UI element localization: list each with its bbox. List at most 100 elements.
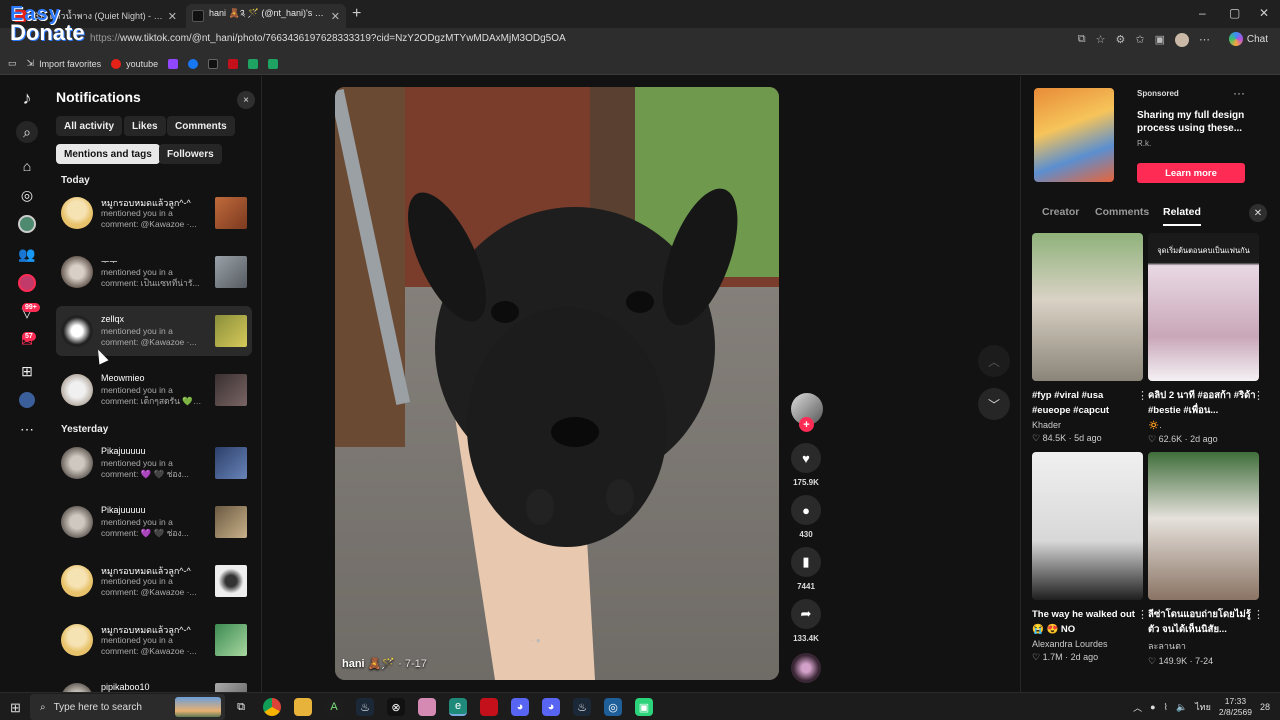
tab-related[interactable]: Related: [1163, 206, 1201, 218]
notification-item[interactable]: ᅮᅮ mentioned you in a comment: เป็นแซทที่…: [56, 247, 252, 297]
filter-all-activity[interactable]: All activity: [56, 116, 123, 136]
open-in-app-icon[interactable]: ⧉: [1078, 33, 1086, 47]
notification-item[interactable]: หมูกรอบหมดแล้วลูก^-^ mentioned you in ac…: [56, 556, 252, 606]
copilot-chat-button[interactable]: Chat: [1228, 32, 1268, 46]
ad-thumbnail[interactable]: [1034, 88, 1114, 182]
more-menu-icon[interactable]: ⋯: [1199, 33, 1210, 47]
close-panel-button[interactable]: ✕: [1249, 204, 1267, 222]
next-post-button[interactable]: ﹀: [978, 388, 1010, 420]
search-icon[interactable]: ⌕: [16, 121, 38, 143]
following-avatar-icon[interactable]: [16, 213, 38, 235]
related-video-card[interactable]: ลีซ่าโดนแอบถ่ายโดยไม่รู้ตัว จนได้เห็นนิส…: [1148, 452, 1264, 667]
photo-post-viewer[interactable]: · ● hani 🧸🪄 · 7-17: [335, 87, 779, 680]
notification-item[interactable]: หมูกรอบหมดแล้วลูก^-^ mentioned you in ac…: [56, 188, 252, 238]
post-thumbnail[interactable]: [215, 447, 247, 479]
language-indicator[interactable]: ไทย: [1195, 700, 1211, 714]
post-thumbnail[interactable]: [215, 197, 247, 229]
video-author[interactable]: Khader: [1032, 420, 1144, 430]
previous-post-button[interactable]: ︿: [978, 345, 1010, 377]
related-video-card[interactable]: #fyp #viral #usa #eueope #capcut Khader …: [1032, 233, 1148, 444]
related-video-card[interactable]: จุดเริ่มต้นตอนคบเป็นแฟนกัน คลิป 2 นาที #…: [1148, 233, 1264, 445]
card-more-icon[interactable]: ⋮: [1137, 608, 1148, 621]
video-author[interactable]: 🔅.: [1148, 420, 1260, 431]
video-title[interactable]: ลีซ่าโดนแอบถ่ายโดยไม่รู้ตัว จนได้เห็นนิส…: [1148, 607, 1260, 637]
windows-start-icon[interactable]: ⊞: [10, 700, 21, 716]
close-notifications-button[interactable]: ×: [237, 91, 255, 109]
video-thumbnail[interactable]: [1148, 452, 1259, 600]
notification-item[interactable]: pipikaboo10: [56, 674, 252, 692]
extensions-icon[interactable]: ⚙: [1116, 33, 1126, 47]
filter-followers[interactable]: Followers: [159, 144, 222, 164]
maximize-button[interactable]: ▢: [1229, 6, 1240, 20]
notification-item[interactable]: Pikajuuuuu mentioned you in a comment: 💜 …: [56, 497, 252, 547]
chrome-icon[interactable]: [263, 698, 281, 716]
sheets-icon[interactable]: [248, 58, 259, 69]
post-thumbnail[interactable]: [215, 624, 247, 656]
minimize-button[interactable]: –: [1199, 6, 1206, 20]
video-author[interactable]: Alexandra Lourdes: [1032, 639, 1144, 649]
avatar[interactable]: [61, 197, 93, 229]
avatar[interactable]: [61, 565, 93, 597]
profile-icon[interactable]: [16, 389, 38, 411]
home-icon[interactable]: ⌂: [16, 155, 38, 177]
card-more-icon[interactable]: ⋮: [1137, 389, 1148, 402]
task-view-icon[interactable]: ⧉: [232, 698, 250, 716]
comment-button[interactable]: ● 430: [789, 495, 823, 539]
video-title[interactable]: คลิป 2 นาที #ออสก้า #ริด้า #bestie #เพื่…: [1148, 388, 1260, 418]
carousel-dots[interactable]: · ●: [531, 636, 541, 645]
close-tab-icon[interactable]: ✕: [331, 10, 340, 23]
notification-item[interactable]: zellqx mentioned you in a comment: @Kawaz…: [56, 306, 252, 356]
avatar[interactable]: [61, 315, 93, 347]
like-button[interactable]: ♥ 175.9K: [789, 443, 823, 487]
discord-icon[interactable]: ◕: [542, 698, 560, 716]
tab-creator[interactable]: Creator: [1042, 206, 1079, 218]
volume-icon[interactable]: 🔈: [1176, 702, 1187, 713]
sheets-icon[interactable]: [268, 58, 279, 69]
favorite-star-icon[interactable]: ☆: [1096, 33, 1106, 47]
post-thumbnail[interactable]: [215, 315, 247, 347]
avatar[interactable]: [61, 447, 93, 479]
tray-app-icon[interactable]: ●: [1150, 702, 1155, 712]
more-icon[interactable]: ⋯: [16, 418, 38, 440]
facebook-icon[interactable]: [188, 58, 199, 69]
video-author[interactable]: ละลานตา: [1148, 639, 1260, 653]
video-title[interactable]: The way he walked out 😭 😍 NO: [1032, 607, 1144, 637]
profile-avatar[interactable]: [1175, 33, 1189, 47]
tiktok-logo-icon[interactable]: ♪: [16, 87, 38, 109]
taskbar-search-box[interactable]: ⌕ Type here to search: [30, 694, 225, 720]
live-icon[interactable]: [16, 272, 38, 294]
follow-button[interactable]: +: [799, 417, 814, 432]
green-app-icon[interactable]: ▣: [635, 698, 653, 716]
filter-mentions-and-tags[interactable]: Mentions and tags: [56, 144, 160, 164]
pink-app-icon[interactable]: [418, 698, 436, 716]
steam-icon[interactable]: ♨: [356, 698, 374, 716]
tiktok-icon[interactable]: [208, 58, 219, 69]
favorites-icon[interactable]: ✩: [1135, 33, 1144, 47]
video-thumbnail[interactable]: [1032, 452, 1143, 600]
filter-likes[interactable]: Likes: [124, 116, 166, 136]
network-icon[interactable]: ⌇: [1164, 702, 1168, 713]
share-button[interactable]: ➦ 133.4K: [789, 599, 823, 643]
avatar[interactable]: [61, 256, 93, 288]
post-thumbnail[interactable]: [215, 565, 247, 597]
video-thumbnail[interactable]: [1032, 233, 1143, 381]
collections-icon[interactable]: ▣: [1155, 33, 1165, 47]
tab-actions-icon[interactable]: ▭: [8, 58, 17, 69]
related-video-card[interactable]: The way he walked out 😭 😍 NO Alexandra L…: [1032, 452, 1148, 663]
notification-item[interactable]: Pikajuuuuu mentioned you in a comment: 💜 …: [56, 438, 252, 488]
video-title[interactable]: #fyp #viral #usa #eueope #capcut: [1032, 388, 1144, 418]
explore-icon[interactable]: ◎: [16, 184, 38, 206]
avatar[interactable]: [61, 506, 93, 538]
ad-more-icon[interactable]: ···: [1233, 86, 1245, 100]
steam-icon[interactable]: ♨: [573, 698, 591, 716]
edge-icon[interactable]: e: [449, 698, 467, 716]
tab-comments[interactable]: Comments: [1095, 206, 1149, 218]
clock[interactable]: 17:33 2/8/2569: [1219, 696, 1252, 718]
post-thumbnail[interactable]: [215, 374, 247, 406]
post-author[interactable]: hani 🧸🪄 · 7-17: [342, 657, 427, 670]
notification-item[interactable]: Meowmieo mentioned you in a comment: เด็ก…: [56, 365, 252, 415]
window-close-button[interactable]: ✕: [1259, 6, 1269, 20]
upload-icon[interactable]: ⊞: [16, 360, 38, 382]
show-hidden-icons[interactable]: ︿: [1133, 701, 1142, 714]
avatar[interactable]: [61, 374, 93, 406]
